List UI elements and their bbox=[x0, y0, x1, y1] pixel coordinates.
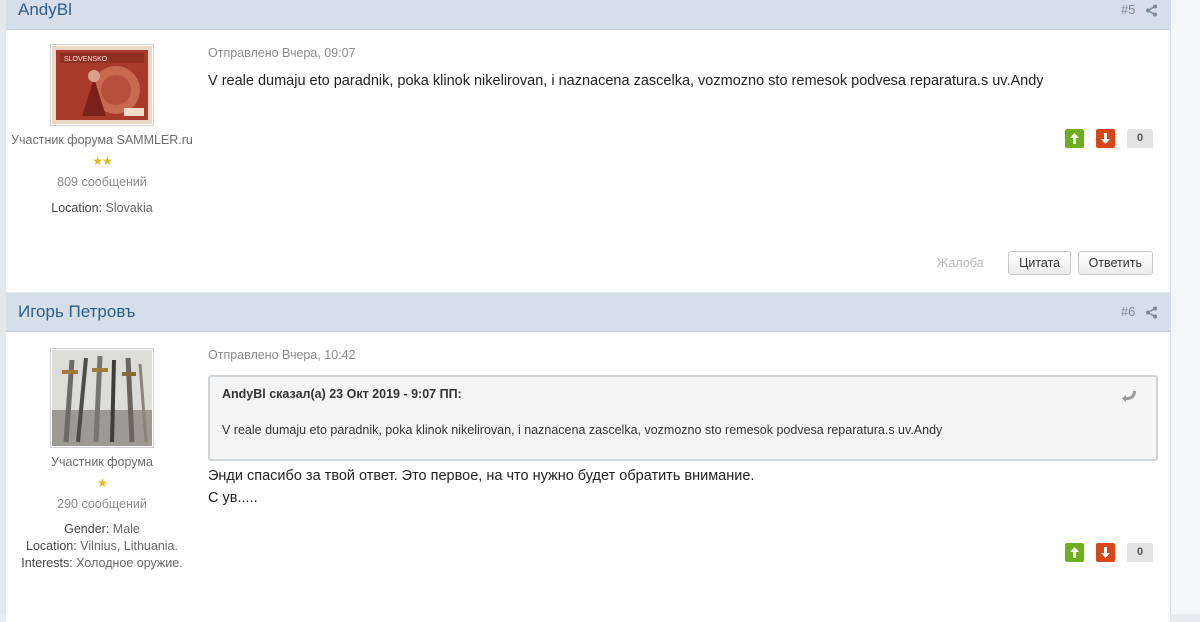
forum-thread: AndyBl #5 SLOVENSKO Участник форума SAMM… bbox=[0, 0, 1170, 622]
post-author-link[interactable]: AndyBl bbox=[18, 0, 72, 29]
quote-block: AndyBl сказал(а) 23 Окт 2019 - 9:07 ПП: … bbox=[208, 375, 1158, 461]
member-title: Участник форума bbox=[51, 455, 153, 469]
arrow-down-icon bbox=[1100, 133, 1110, 144]
member-title: Участник форума SAMMLER.ru bbox=[11, 133, 193, 147]
post-actions: Жалоба Цитата Ответить bbox=[937, 251, 1153, 275]
quote-header: AndyBl сказал(а) 23 Окт 2019 - 9:07 ПП: bbox=[222, 387, 462, 401]
post-content: Отправлено Вчера, 09:07 V reale dumaju e… bbox=[208, 46, 1158, 92]
svg-text:SLOVENSKO: SLOVENSKO bbox=[64, 56, 108, 63]
gender-value: Male bbox=[112, 522, 140, 536]
post-header: AndyBl #5 bbox=[6, 0, 1170, 30]
post-body: SLOVENSKO Участник форума SAMMLER.ru ★★ … bbox=[6, 30, 1170, 292]
post-content: Отправлено Вчера, 10:42 AndyBl сказал(а)… bbox=[208, 348, 1158, 509]
post-message-line: С ув..... bbox=[208, 490, 258, 506]
location-label: Location: bbox=[51, 201, 102, 215]
quote-jump-icon[interactable] bbox=[1122, 389, 1138, 403]
post-message: V reale dumaju eto paradnik, poka klinok… bbox=[208, 73, 1044, 89]
post-number-wrap: #5 bbox=[1121, 0, 1158, 29]
location-value: Slovakia bbox=[105, 201, 153, 215]
post-body: Участник форума ★ 290 сообщений Gender: … bbox=[6, 332, 1170, 622]
post-author-link[interactable]: Игорь Петровъ bbox=[18, 293, 135, 331]
profile-interests: Interests: Холодное оружие. bbox=[6, 555, 198, 572]
page-margin bbox=[1170, 0, 1200, 614]
profile-location: Location: Vilnius, Lithuania. bbox=[6, 538, 198, 555]
vote-up-button[interactable] bbox=[1065, 129, 1085, 148]
location-label: Location: bbox=[26, 539, 77, 553]
profile-gender: Gender: Male bbox=[6, 521, 198, 538]
vote-controls: 0 bbox=[1058, 129, 1153, 149]
post-header: Игорь Петровъ #6 bbox=[6, 293, 1170, 332]
vote-count: 0 bbox=[1127, 129, 1153, 148]
arrow-down-icon bbox=[1100, 547, 1110, 558]
arrow-up-icon bbox=[1070, 547, 1080, 558]
author-profile: Участник форума ★ 290 сообщений Gender: … bbox=[6, 348, 198, 572]
vote-down-button[interactable] bbox=[1095, 129, 1115, 148]
rank-stars: ★ bbox=[97, 476, 108, 490]
arrow-up-icon bbox=[1070, 133, 1080, 144]
post-count: 809 сообщений bbox=[57, 175, 147, 189]
post-number-link[interactable]: #5 bbox=[1121, 2, 1135, 17]
post-date: Отправлено Вчера, 10:42 bbox=[208, 348, 356, 362]
profile-location: Location: Slovakia bbox=[6, 200, 198, 217]
post-number-link[interactable]: #6 bbox=[1121, 304, 1135, 319]
quote-button[interactable]: Цитата bbox=[1008, 251, 1072, 275]
avatar[interactable] bbox=[50, 348, 154, 448]
share-icon[interactable] bbox=[1145, 306, 1158, 319]
gender-label: Gender: bbox=[64, 522, 110, 536]
rank-stars: ★★ bbox=[92, 154, 113, 168]
post-count: 290 сообщений bbox=[57, 497, 147, 511]
author-profile: SLOVENSKO Участник форума SAMMLER.ru ★★ … bbox=[6, 44, 198, 217]
post-message-line: Энди спасибо за твой ответ. Это первое, … bbox=[208, 468, 755, 484]
quote-text: V reale dumaju eto paradnik, poka klinok… bbox=[222, 423, 943, 437]
slovensko-stamp-avatar: SLOVENSKO bbox=[52, 46, 152, 124]
post-number-wrap: #6 bbox=[1121, 293, 1158, 331]
share-icon[interactable] bbox=[1145, 4, 1158, 17]
avatar[interactable]: SLOVENSKO bbox=[50, 44, 154, 126]
report-link[interactable]: Жалоба bbox=[937, 256, 984, 270]
vote-up-button[interactable] bbox=[1065, 543, 1085, 562]
interests-label: Interests: bbox=[21, 556, 73, 570]
vote-controls: 0 bbox=[1058, 543, 1153, 563]
vote-count: 0 bbox=[1127, 543, 1153, 562]
reply-button[interactable]: Ответить bbox=[1077, 251, 1153, 275]
vote-down-button[interactable] bbox=[1095, 543, 1115, 562]
location-value: Vilnius, Lithuania. bbox=[80, 539, 178, 553]
swords-avatar bbox=[52, 350, 152, 446]
post-date: Отправлено Вчера, 09:07 bbox=[208, 46, 356, 60]
interests-value: Холодное оружие. bbox=[76, 556, 183, 570]
